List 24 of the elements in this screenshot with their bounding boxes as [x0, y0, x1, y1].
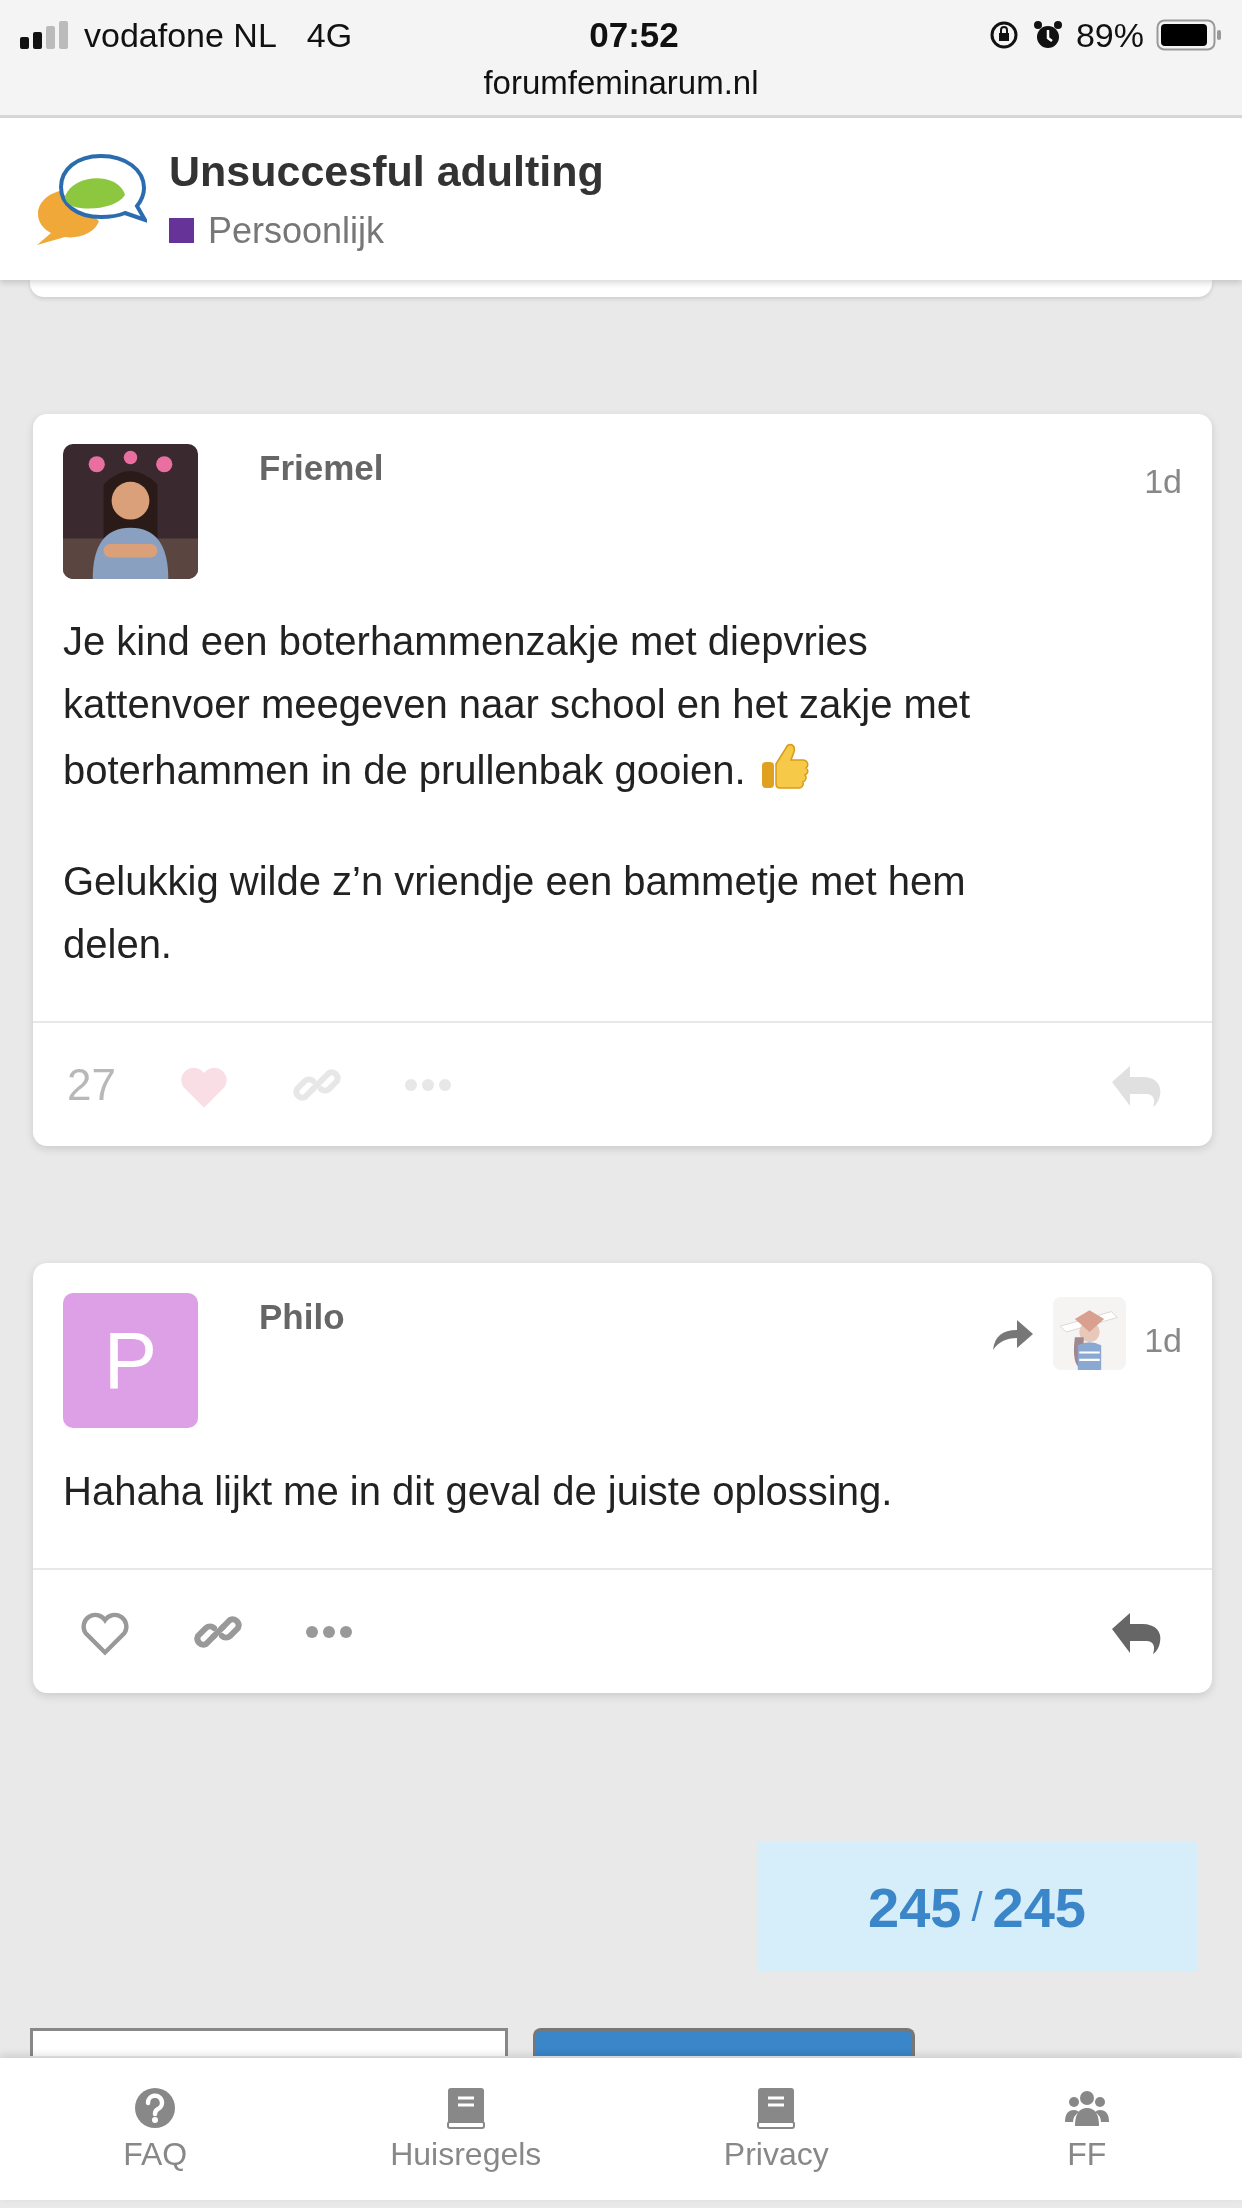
user-avatar[interactable]: P	[63, 1293, 198, 1428]
footer-nav-item[interactable]: Huisregels	[310, 2058, 621, 2200]
category-link[interactable]: Persoonlijk	[208, 209, 385, 252]
author-name[interactable]: Philo	[259, 1297, 992, 1337]
total-post-number: 245	[992, 1874, 1086, 1940]
post-text: Gelukkig wilde z’n vriendje een bammetje met hem delen.	[63, 859, 966, 966]
clock: 07:52	[588, 15, 680, 55]
footer-nav-item[interactable]: FAQ	[0, 2058, 311, 2200]
address-bar-url[interactable]: forumfeminarum.nl	[0, 64, 1242, 102]
footer-nav-item[interactable]: FF	[931, 2058, 1242, 2200]
post-age[interactable]: 1d	[1144, 1321, 1182, 1360]
author-name[interactable]: Friemel	[259, 448, 1145, 488]
post-age[interactable]: 1d	[1144, 462, 1182, 501]
footer-nav-item[interactable]: Privacy	[621, 2058, 932, 2200]
post-counter[interactable]: 245 / 245	[757, 1842, 1197, 1972]
like-count: 27	[66, 1059, 117, 1110]
post-text: Je kind een boterhammenzakje met diepvries kattenvoer meegeven naar school en het zakje met boterhammen in de prullenbak gooien.	[63, 619, 971, 792]
network-type: 4G	[306, 15, 353, 55]
current-post-number: 245	[868, 1874, 962, 1940]
carrier-name: vodafone NL	[84, 15, 277, 55]
counter-separator: /	[971, 1884, 983, 1930]
topic-title: Unsuccesful adulting	[169, 146, 604, 196]
battery-percentage: 89%	[1075, 15, 1144, 55]
post-text: Hahaha lijkt me in dit geval de juiste oplossing.	[63, 1469, 893, 1513]
